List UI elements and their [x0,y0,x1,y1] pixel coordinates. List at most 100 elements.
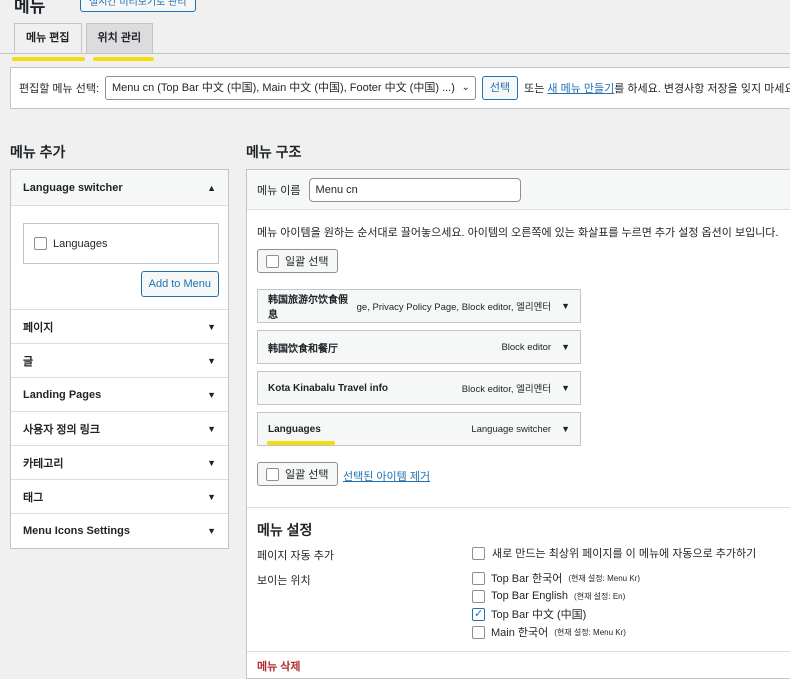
location-name: Top Bar 한국어 [491,573,563,585]
accordion-label: 태그 [23,491,44,504]
highlight-mark [93,57,154,61]
location-option[interactable]: Top Bar 中文 (中国) [472,607,640,621]
menu-name-label: 메뉴 이름 [257,184,301,197]
nav-tabs: 메뉴 편집 위치 관리 [14,23,154,53]
display-location-label: 보이는 위치 [257,575,311,587]
triangle-down-icon[interactable]: ▼ [207,526,216,536]
select-button[interactable]: 선택 [481,76,519,100]
manage-live-preview-button[interactable]: 실시간 미리보기로 관리 [80,0,196,12]
menu-item-title: Languages [268,423,321,435]
accordion-custom-links[interactable]: 사용자 정의 링크 ▼ [11,412,228,446]
highlight-mark [267,441,335,445]
tabs-divider [0,53,790,54]
location-checkbox-checked[interactable] [472,607,485,621]
menu-item-title: 韩国饮食和餐厅 [268,343,338,355]
language-switcher-panel: Languages Add to Menu [11,206,228,310]
menu-item[interactable]: 韩国饮食和餐厅 Block editor ▼ [257,330,581,364]
section-divider [247,507,790,508]
menu-item-meta: Language switcher [471,423,552,435]
triangle-down-icon[interactable]: ▼ [207,458,216,468]
location-option[interactable]: Top Bar 한국어 (현재 설정: Menu Kr) [472,571,640,585]
menu-select-dropdown[interactable]: Menu cn (Top Bar 中文 (中国), Main 中文 (中国), … [105,76,476,100]
triangle-down-icon[interactable]: ▼ [561,342,570,352]
accordion-menu-icons-settings[interactable]: Menu Icons Settings ▼ [11,514,228,548]
languages-checkbox-label: Languages [53,237,108,250]
menu-item[interactable]: Kota Kinabalu Travel info Block editor, … [257,371,581,405]
menu-select-value: Menu cn (Top Bar 中文 (中国), Main 中文 (中国), … [112,82,455,94]
accordion-label: 글 [23,355,34,368]
add-menu-items-accordion: Language switcher ▲ Languages Add to Men… [10,169,229,549]
select-menu-label: 편집할 메뉴 선택: [19,83,100,95]
location-checkbox[interactable] [472,589,485,603]
bulk-select-bottom[interactable]: 일괄 선택 [257,462,338,486]
accordion-label: Landing Pages [23,388,102,401]
triangle-down-icon[interactable]: ▼ [207,356,216,366]
bulk-select-label: 일괄 선택 [285,469,329,481]
bulk-select-checkbox[interactable] [266,254,279,268]
location-name: Top Bar English [491,590,569,602]
menu-select-bar: 편집할 메뉴 선택: Menu cn (Top Bar 中文 (中国), Mai… [10,67,790,109]
menu-item-meta: Block editor [501,341,552,353]
menu-name-input[interactable]: Menu cn [308,177,521,202]
location-name: Main 한국어 [491,627,549,639]
bulk-select-checkbox[interactable] [266,467,279,481]
accordion-title: Language switcher [23,181,123,194]
accordion-categories[interactable]: 카테고리 ▼ [11,446,228,480]
remove-selected-items-link[interactable]: 선택된 아이템 제거 [343,468,430,484]
triangle-down-icon[interactable]: ▼ [561,301,570,311]
menu-name-bar: 메뉴 이름 Menu cn [247,170,790,210]
triangle-down-icon[interactable]: ▼ [207,492,216,502]
auto-add-checkbox[interactable] [472,546,485,560]
bulk-select-label: 일괄 선택 [285,256,329,268]
section-divider [247,651,790,652]
accordion-label: 카테고리 [23,457,64,470]
location-name: Top Bar 中文 (中国) [491,609,587,621]
menu-structure-panel: 메뉴 이름 Menu cn 메뉴 아이템을 원하는 순서대로 끌어놓으세요. 아… [246,169,790,679]
save-reminder-text: 를 하세요. 변경사항 저장을 잊지 마세요! [614,83,790,95]
menu-item-title: 韩国旅游尔饮食假息 [268,295,348,321]
chevron-down-icon: ⌄ [461,82,470,93]
location-note: (현재 설정: Menu Kr) [568,573,640,583]
accordion-label: Menu Icons Settings [23,525,130,537]
triangle-down-icon[interactable]: ▼ [207,424,216,434]
triangle-up-icon[interactable]: ▲ [207,183,216,193]
add-menu-items-heading: 메뉴 추가 [10,144,66,160]
or-text: 또는 [524,83,545,95]
triangle-down-icon[interactable]: ▼ [561,383,570,393]
language-options-box: Languages [23,223,219,264]
triangle-down-icon[interactable]: ▼ [207,390,216,400]
menu-item[interactable]: 韩国旅游尔饮食假息 ge, Privacy Policy Page, Block… [257,289,581,323]
location-note: (현재 설정: En) [574,591,626,601]
accordion-posts[interactable]: 글 ▼ [11,344,228,378]
menu-item-title: Kota Kinabalu Travel info [268,382,389,394]
accordion-label: 사용자 정의 링크 [23,423,100,436]
page-title: 메뉴 [14,0,46,16]
languages-checkbox[interactable] [34,237,47,250]
menu-settings-heading: 메뉴 설정 [257,522,313,538]
menu-item-meta: Block editor, 엘리멘터 [461,384,552,395]
auto-add-option-label: 새로 만드는 최상위 페이지를 이 메뉴에 자동으로 추가하기 [492,548,757,560]
bulk-select-top[interactable]: 일괄 선택 [257,249,338,273]
auto-add-option[interactable]: 새로 만드는 최상위 페이지를 이 메뉴에 자동으로 추가하기 [472,545,756,561]
auto-add-pages-label: 페이지 자동 추가 [257,550,334,562]
menu-item-meta: ge, Privacy Policy Page, Block editor, 엘… [356,302,552,313]
accordion-tags[interactable]: 태그 ▼ [11,480,228,514]
accordion-pages[interactable]: 페이지 ▼ [11,310,228,344]
delete-menu-heading: 메뉴 삭제 [257,661,301,673]
create-new-menu-link[interactable]: 새 메뉴 만들기 [547,80,614,96]
menu-structure-heading: 메뉴 구조 [246,144,302,160]
tab-edit-menus[interactable]: 메뉴 편집 [14,23,82,53]
tab-manage-locations[interactable]: 위치 관리 [85,23,154,53]
location-checkbox[interactable] [472,625,485,639]
add-to-menu-button[interactable]: Add to Menu [140,271,219,297]
triangle-down-icon[interactable]: ▼ [207,322,216,332]
accordion-label: 페이지 [23,321,54,334]
accordion-landing-pages[interactable]: Landing Pages ▼ [11,378,228,412]
highlight-mark [12,57,85,61]
location-option[interactable]: Top Bar English (현재 설정: En) [472,589,640,603]
accordion-language-switcher[interactable]: Language switcher ▲ [11,170,228,206]
location-checkbox[interactable] [472,571,485,585]
instructions-text: 메뉴 아이템을 원하는 순서대로 끌어놓으세요. 아이템의 오른쪽에 있는 화살… [257,227,779,239]
triangle-down-icon[interactable]: ▼ [561,424,570,434]
location-option[interactable]: Main 한국어 (현재 설정: Menu Kr) [472,625,640,639]
